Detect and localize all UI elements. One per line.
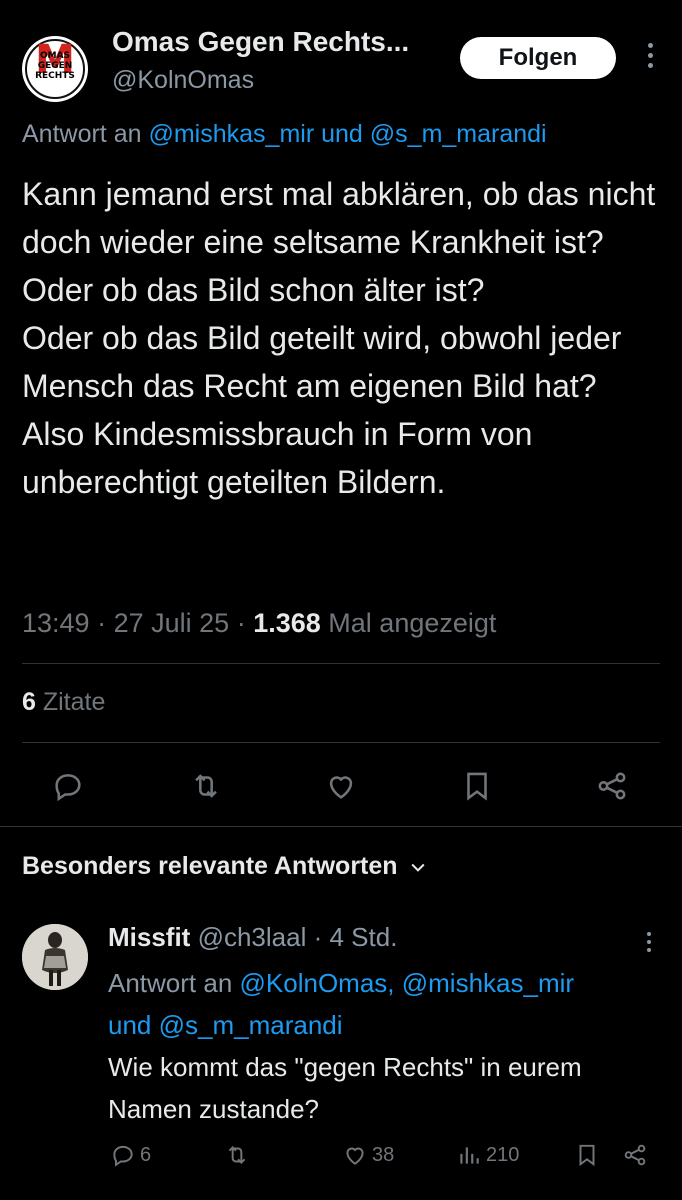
reply-views-button[interactable]: 210 — [456, 1142, 519, 1168]
quotes-count: 6 — [22, 688, 36, 716]
reply-author-name[interactable]: Missfit — [108, 922, 190, 952]
reply-like-button[interactable]: 38 — [342, 1142, 394, 1168]
share-icon[interactable] — [590, 764, 634, 808]
tweet-text-line: Oder ob das Bild schon älter ist? — [22, 272, 485, 308]
like-icon[interactable] — [319, 764, 363, 808]
reply-header: Missfit @ch3laal · 4 Std. — [108, 922, 398, 952]
divider — [22, 663, 660, 664]
tweet-text: Kann jemand erst mal abklären, ob das ni… — [22, 170, 662, 506]
tweet-time[interactable]: 13:49 — [22, 608, 90, 638]
retweet-icon — [228, 1146, 246, 1164]
like-count: 38 — [372, 1143, 395, 1166]
views-count: 1.368 — [253, 608, 321, 638]
mention-link[interactable]: @s_m_marandi — [159, 1010, 343, 1040]
reply-to-line: Antwort an @mishkas_mir und @s_m_marandi — [22, 120, 547, 149]
quotes-label: Zitate — [42, 688, 106, 716]
divider — [22, 742, 660, 743]
chevron-down-icon — [411, 863, 425, 872]
views-label: Mal angezeigt — [328, 608, 497, 638]
bookmark-icon[interactable] — [455, 764, 499, 808]
replies-section-title: Besonders relevante Antworten — [22, 852, 398, 880]
reply-share-button[interactable] — [622, 1142, 648, 1168]
reply-age[interactable]: 4 Std. — [330, 922, 398, 952]
share-icon — [624, 1144, 646, 1166]
avatar-logo-text: OMAS GEGEN RECHTS — [35, 51, 75, 81]
reply-and: und — [108, 1010, 152, 1040]
reply-icon — [113, 1145, 133, 1167]
reply-icon[interactable] — [46, 764, 90, 808]
reply-more-options-icon[interactable] — [642, 928, 656, 958]
like-icon — [346, 1147, 364, 1165]
reply-prefix: Antwort an — [108, 968, 233, 998]
quotes-link[interactable]: 6 Zitate — [22, 688, 105, 717]
tweet-text-line: Kann jemand erst mal abklären, ob das ni… — [22, 176, 656, 260]
reply-to-line: Antwort an @KolnOmas, @mishkas_mir und @… — [108, 962, 668, 1046]
author-avatar[interactable]: M OMAS GEGEN RECHTS — [22, 36, 88, 102]
reply-and: und — [321, 120, 363, 148]
retweet-icon[interactable] — [184, 764, 228, 808]
mention-link[interactable]: @s_m_marandi — [370, 120, 547, 148]
views-icon — [460, 1147, 479, 1164]
more-options-icon[interactable] — [640, 38, 660, 78]
tweet-date[interactable]: 27 Juli 25 — [114, 608, 230, 638]
reply-count: 6 — [140, 1143, 152, 1166]
mention-link[interactable]: @KolnOmas, @mishkas_mir — [240, 968, 575, 998]
reply-reply-button[interactable]: 6 — [110, 1142, 151, 1168]
reply-author-handle[interactable]: @ch3laal — [198, 922, 307, 952]
bookmark-icon — [579, 1144, 595, 1167]
mention-link[interactable]: @mishkas_mir — [148, 120, 314, 148]
follow-button[interactable]: Folgen — [460, 37, 616, 79]
reply-text: Wie kommt das "gegen Rechts" in eurem Na… — [108, 1052, 582, 1124]
replies-sort-dropdown[interactable]: Besonders relevante Antworten — [22, 852, 428, 881]
reply-author-avatar[interactable] — [22, 924, 88, 990]
reply-bookmark-button[interactable] — [574, 1142, 600, 1168]
tweet-text-line: Oder ob das Bild geteilt wird, obwohl je… — [22, 320, 622, 404]
author-handle[interactable]: @KolnOmas — [112, 66, 254, 95]
view-count: 210 — [486, 1143, 520, 1166]
author-name[interactable]: Omas Gegen Rechts... — [112, 26, 409, 58]
tweet-meta: 13:49 · 27 Juli 25 · 1.368 Mal angezeigt — [22, 608, 497, 638]
reply-retweet-button[interactable] — [224, 1142, 250, 1168]
tweet-text-line: Also Kindesmissbrauch in Form von unbere… — [22, 416, 533, 500]
section-divider — [0, 826, 682, 827]
reply-prefix: Antwort an — [22, 120, 142, 148]
